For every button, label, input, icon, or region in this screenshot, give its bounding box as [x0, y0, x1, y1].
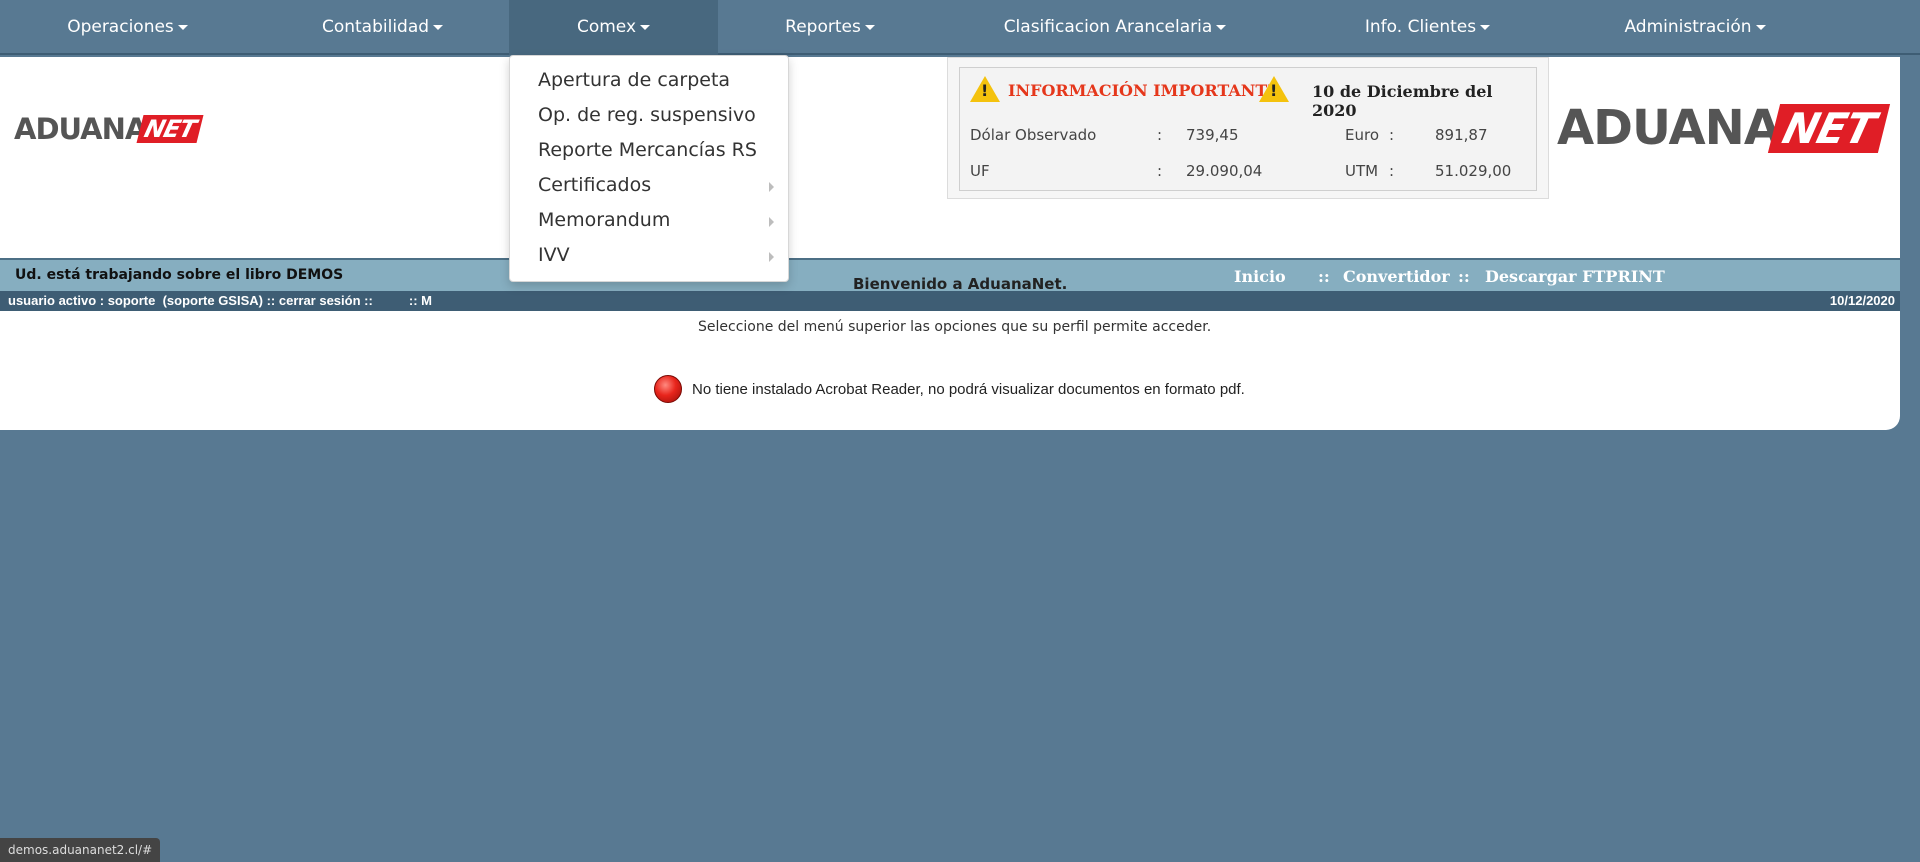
- link-convertidor[interactable]: Convertidor: [1343, 267, 1450, 286]
- rate-separator: :: [1389, 162, 1395, 180]
- user-bar: usuario activo : soporte (soporte GSISA)…: [0, 291, 1900, 311]
- acrobat-warning: No tiene instalado Acrobat Reader, no po…: [654, 375, 1245, 403]
- logo-text-net: NET: [136, 115, 204, 143]
- rate-separator: :: [1389, 126, 1395, 144]
- rate-value-uf: 29.090,04: [1186, 162, 1263, 180]
- libro-text: Ud. está trabajando sobre el libro DEMOS: [15, 267, 344, 283]
- rate-value-euro: 891,87: [1435, 126, 1488, 144]
- rate-separator: :: [1157, 162, 1163, 180]
- current-date: 10/12/2020: [1829, 293, 1895, 308]
- caret-down-icon: [864, 24, 875, 30]
- caret-down-icon: [177, 24, 188, 30]
- logo-text-aduana: ADUANA: [14, 112, 147, 146]
- rate-label-utm: UTM: [1345, 162, 1379, 180]
- info-date: 10 de Diciembre del 2020: [1312, 82, 1493, 120]
- rate-label-euro: Euro: [1345, 126, 1379, 144]
- nav-label: Info. Clientes: [1364, 17, 1477, 37]
- nav-label: Contabilidad: [321, 17, 430, 37]
- caret-down-icon: [1755, 24, 1766, 30]
- welcome-heading: Bienvenido a AduanaNet.: [853, 275, 1068, 293]
- submenu-arrow-icon: [769, 252, 774, 262]
- nav-label: Clasificacion Arancelaria: [1003, 17, 1213, 37]
- important-info-box: ! INFORMACIÓN IMPORTANTE ! 10 de Diciemb…: [947, 57, 1549, 199]
- rate-separator: :: [1157, 126, 1163, 144]
- rate-label-uf: UF: [970, 162, 990, 180]
- link-inicio[interactable]: Inicio: [1234, 267, 1286, 286]
- menu-item-apertura-de-carpeta[interactable]: Apertura de carpeta: [538, 69, 730, 91]
- status-bar-url: demos.aduananet2.cl/#: [0, 838, 161, 862]
- caret-down-icon: [1216, 24, 1227, 30]
- nav-contabilidad[interactable]: Contabilidad: [295, 0, 470, 55]
- main-panel: ADUANA NET ! INFORMACIÓN IMPORTANTE ! 10 …: [0, 57, 1900, 430]
- nav-clasificacion-arancelaria[interactable]: Clasificacion Arancelaria: [1000, 0, 1230, 55]
- nav-operaciones[interactable]: Operaciones: [40, 0, 215, 55]
- link-separator: ::: [1458, 267, 1470, 286]
- info-title: INFORMACIÓN IMPORTANTE: [1008, 81, 1280, 100]
- comex-dropdown-menu: Apertura de carpeta Op. de reg. suspensi…: [509, 55, 789, 282]
- nav-label: Operaciones: [67, 17, 174, 37]
- caret-down-icon: [433, 24, 444, 30]
- rate-value-dolar: 739,45: [1186, 126, 1239, 144]
- nav-info-clientes[interactable]: Info. Clientes: [1340, 0, 1515, 55]
- acrobat-warning-text: No tiene instalado Acrobat Reader, no po…: [692, 380, 1245, 398]
- instructions-text: Seleccione del menú superior las opcione…: [698, 319, 1212, 335]
- rate-value-utm: 51.029,00: [1435, 162, 1512, 180]
- logo-text-net: NET: [1767, 103, 1890, 153]
- menu-item-certificados[interactable]: Certificados: [538, 174, 651, 196]
- nav-label: Administración: [1624, 17, 1752, 37]
- link-separator: ::: [1318, 267, 1330, 286]
- warning-icon: !: [1259, 76, 1289, 102]
- caret-down-icon: [1480, 24, 1491, 30]
- submenu-arrow-icon: [769, 182, 774, 192]
- warning-icon: !: [970, 76, 1000, 102]
- submenu-arrow-icon: [769, 217, 774, 227]
- menu-item-ivv[interactable]: IVV: [538, 244, 570, 266]
- menu-item-op-reg-suspensivo[interactable]: Op. de reg. suspensivo: [538, 104, 756, 126]
- menu-item-memorandum[interactable]: Memorandum: [538, 209, 670, 231]
- nav-label: Comex: [576, 17, 637, 37]
- nav-comex[interactable]: Comex: [509, 0, 718, 55]
- rate-label-dolar: Dólar Observado: [970, 126, 1097, 144]
- active-user-text[interactable]: usuario activo : soporte (soporte GSISA)…: [8, 293, 432, 308]
- red-alert-icon: [654, 375, 682, 403]
- caret-down-icon: [640, 24, 651, 30]
- important-info-inner: ! INFORMACIÓN IMPORTANTE ! 10 de Diciemb…: [959, 67, 1537, 191]
- nav-reportes[interactable]: Reportes: [745, 0, 915, 55]
- aduananet-logo-large: ADUANA NET: [1557, 100, 1890, 156]
- top-navigation: Operaciones Contabilidad Comex Reportes …: [0, 0, 1920, 55]
- nav-administracion[interactable]: Administración: [1605, 0, 1785, 55]
- link-descargar-ftprint[interactable]: Descargar FTPRINT: [1485, 267, 1665, 286]
- menu-item-reporte-mercancias-rs[interactable]: Reporte Mercancías RS: [538, 139, 757, 161]
- aduananet-logo-small: ADUANA NET: [14, 112, 204, 146]
- nav-label: Reportes: [785, 17, 861, 37]
- logo-text-aduana: ADUANA: [1557, 100, 1781, 156]
